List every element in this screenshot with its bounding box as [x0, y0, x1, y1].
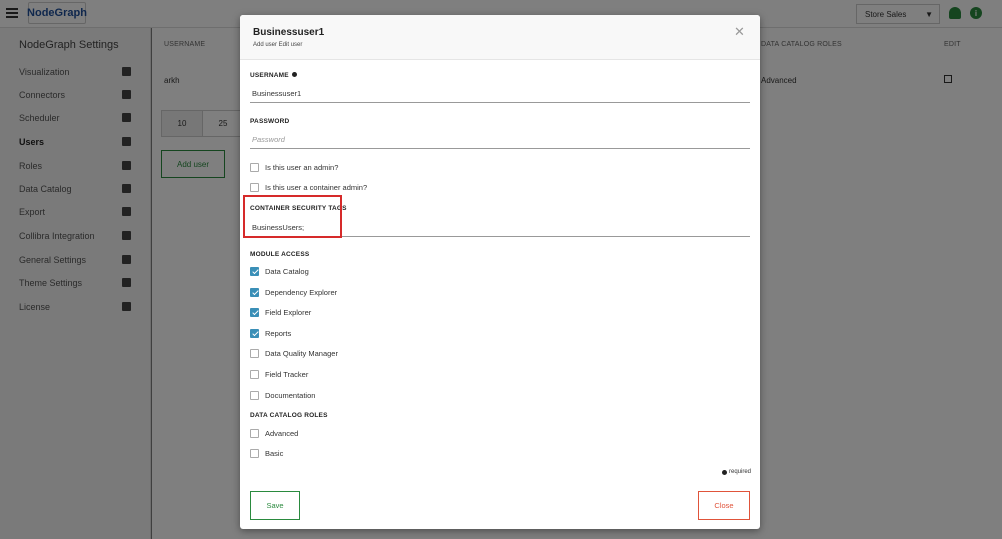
container-admin-checkbox[interactable] — [250, 182, 259, 192]
save-button[interactable]: Save — [250, 491, 300, 520]
module-label: Dependency Explorer — [265, 287, 338, 297]
required-dot-icon — [722, 469, 727, 475]
data-catalog-checkbox[interactable] — [250, 266, 259, 276]
required-note: required — [722, 469, 751, 475]
admin-checkbox-label: Is this user an admin? — [265, 162, 339, 172]
username-field[interactable]: Businessuser1 — [250, 85, 750, 103]
modal-header: Businessuser1 Add user Edit user ✕ — [240, 15, 760, 60]
modal-title: Businessuser1 — [253, 27, 325, 38]
reports-checkbox[interactable] — [250, 328, 259, 338]
container-admin-checkbox-row[interactable]: Is this user a container admin? — [250, 181, 367, 193]
module-checkbox-row[interactable]: Field Tracker — [250, 368, 308, 380]
dependency-explorer-checkbox[interactable] — [250, 287, 259, 297]
field-tracker-checkbox[interactable] — [250, 369, 259, 379]
password-label: PASSWORD — [250, 118, 290, 125]
role-label: Basic — [265, 448, 284, 458]
role-label: Advanced — [265, 428, 299, 438]
module-checkbox-row[interactable]: Documentation — [250, 389, 315, 401]
role-checkbox-row[interactable]: Basic — [250, 447, 283, 459]
module-label: Data Catalog — [265, 266, 309, 276]
module-checkbox-row[interactable]: Dependency Explorer — [250, 286, 337, 298]
required-dot-icon — [291, 72, 297, 77]
username-label: USERNAME — [250, 72, 297, 79]
modal-subtitle: Add user Edit user — [253, 42, 303, 48]
highlight-box — [243, 195, 342, 238]
data-quality-manager-checkbox[interactable] — [250, 348, 259, 358]
module-access-label: MODULE ACCESS — [250, 251, 310, 258]
data-catalog-roles-label: DATA CATALOG ROLES — [250, 412, 328, 419]
module-checkbox-row[interactable]: Data Catalog — [250, 265, 309, 277]
module-label: Field Tracker — [265, 369, 309, 379]
basic-role-checkbox[interactable] — [250, 448, 259, 458]
admin-checkbox-row[interactable]: Is this user an admin? — [250, 161, 338, 173]
edit-user-modal: Businessuser1 Add user Edit user ✕ USERN… — [240, 15, 760, 529]
advanced-role-checkbox[interactable] — [250, 428, 259, 438]
close-icon[interactable]: ✕ — [734, 25, 745, 38]
module-checkbox-row[interactable]: Reports — [250, 327, 291, 339]
field-explorer-checkbox[interactable] — [250, 307, 259, 317]
admin-checkbox[interactable] — [250, 162, 259, 172]
module-label: Reports — [265, 328, 292, 338]
module-checkbox-row[interactable]: Data Quality Manager — [250, 347, 338, 359]
module-checkbox-row[interactable]: Field Explorer — [250, 306, 311, 318]
module-label: Data Quality Manager — [265, 348, 338, 358]
module-label: Documentation — [265, 390, 316, 400]
container-admin-checkbox-label: Is this user a container admin? — [265, 182, 368, 192]
close-button[interactable]: Close — [698, 491, 750, 520]
documentation-checkbox[interactable] — [250, 390, 259, 400]
password-field[interactable]: Password — [250, 131, 750, 149]
module-label: Field Explorer — [265, 307, 312, 317]
role-checkbox-row[interactable]: Advanced — [250, 427, 298, 439]
